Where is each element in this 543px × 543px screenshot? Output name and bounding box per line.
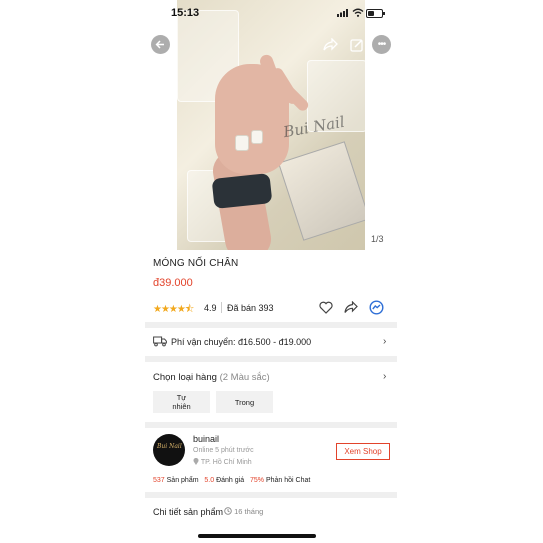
cellular-signal-icon (337, 9, 348, 17)
shop-logo: Bui Nail (157, 443, 182, 450)
variant-selector[interactable]: Chọn loại hàng (2 Màu sắc) (153, 372, 270, 383)
battery-icon (366, 9, 385, 18)
variant-label: Chọn loại hàng (153, 372, 217, 383)
wrist-band (211, 173, 273, 209)
divider (221, 302, 222, 313)
variant-option-trong[interactable]: Trong (216, 391, 273, 413)
shop-name[interactable]: buinail (193, 434, 219, 444)
home-indicator[interactable] (198, 534, 316, 538)
sold-count: Đã bán 393 (227, 303, 274, 313)
share-icon (323, 38, 338, 51)
shop-online-status: Online 5 phút trước (193, 447, 254, 454)
nail-tip (235, 135, 249, 151)
heart-icon[interactable] (319, 301, 333, 314)
product-title: MÓNG NỐI CHÂN (153, 258, 239, 269)
product-details-time: 16 tháng (224, 507, 263, 516)
section-divider (145, 422, 397, 428)
truck-icon (153, 336, 167, 347)
more-icon: ••• (377, 39, 386, 50)
rating-stars: ★★★★⯪ (153, 304, 194, 315)
share-action-icon[interactable] (344, 301, 358, 314)
section-divider (145, 356, 397, 362)
wifi-icon (352, 8, 364, 17)
variant-option-tu-nhien[interactable]: Tự nhiên (153, 391, 210, 413)
shop-location: TP. Hồ Chí Minh (193, 457, 252, 466)
status-bar: 15:13 (145, 0, 397, 26)
section-divider (145, 322, 397, 328)
clock-icon (224, 507, 232, 515)
image-counter: 1/3 (371, 234, 384, 244)
location-pin-icon (193, 457, 199, 465)
nail-tip (251, 130, 263, 144)
product-price: đ39.000 (153, 277, 193, 289)
nail-tips-box (278, 141, 365, 241)
chevron-right-icon[interactable]: › (383, 336, 386, 347)
chevron-right-icon[interactable]: › (383, 371, 386, 382)
variant-count: (2 Màu sắc) (219, 372, 270, 383)
edit-icon (349, 38, 363, 52)
shop-avatar[interactable]: Bui Nail (153, 434, 185, 466)
arrow-left-icon (155, 40, 164, 49)
phone-screen: 15:13 Bui Nail ••• 1/3 MÓNG NỐI CHÂN đ39… (145, 0, 397, 543)
view-shop-button[interactable]: Xem Shop (336, 443, 390, 460)
shop-stats: 537 Sản phẩm 5.0 Đánh giá 75% Phản hồi C… (153, 477, 311, 484)
share-button[interactable] (321, 35, 340, 54)
watermark-logo: Bui Nail (281, 112, 347, 142)
shipping-fee[interactable]: Phí vận chuyển: đ16.500 - đ19.000 (171, 337, 311, 347)
messenger-icon[interactable] (369, 300, 384, 315)
product-details-heading[interactable]: Chi tiết sản phẩm (153, 507, 223, 517)
status-time: 15:13 (171, 7, 200, 19)
edit-button[interactable] (347, 35, 366, 54)
back-button[interactable] (151, 35, 170, 54)
more-button[interactable]: ••• (372, 35, 391, 54)
section-divider (145, 492, 397, 498)
rating-value: 4.9 (204, 303, 217, 313)
